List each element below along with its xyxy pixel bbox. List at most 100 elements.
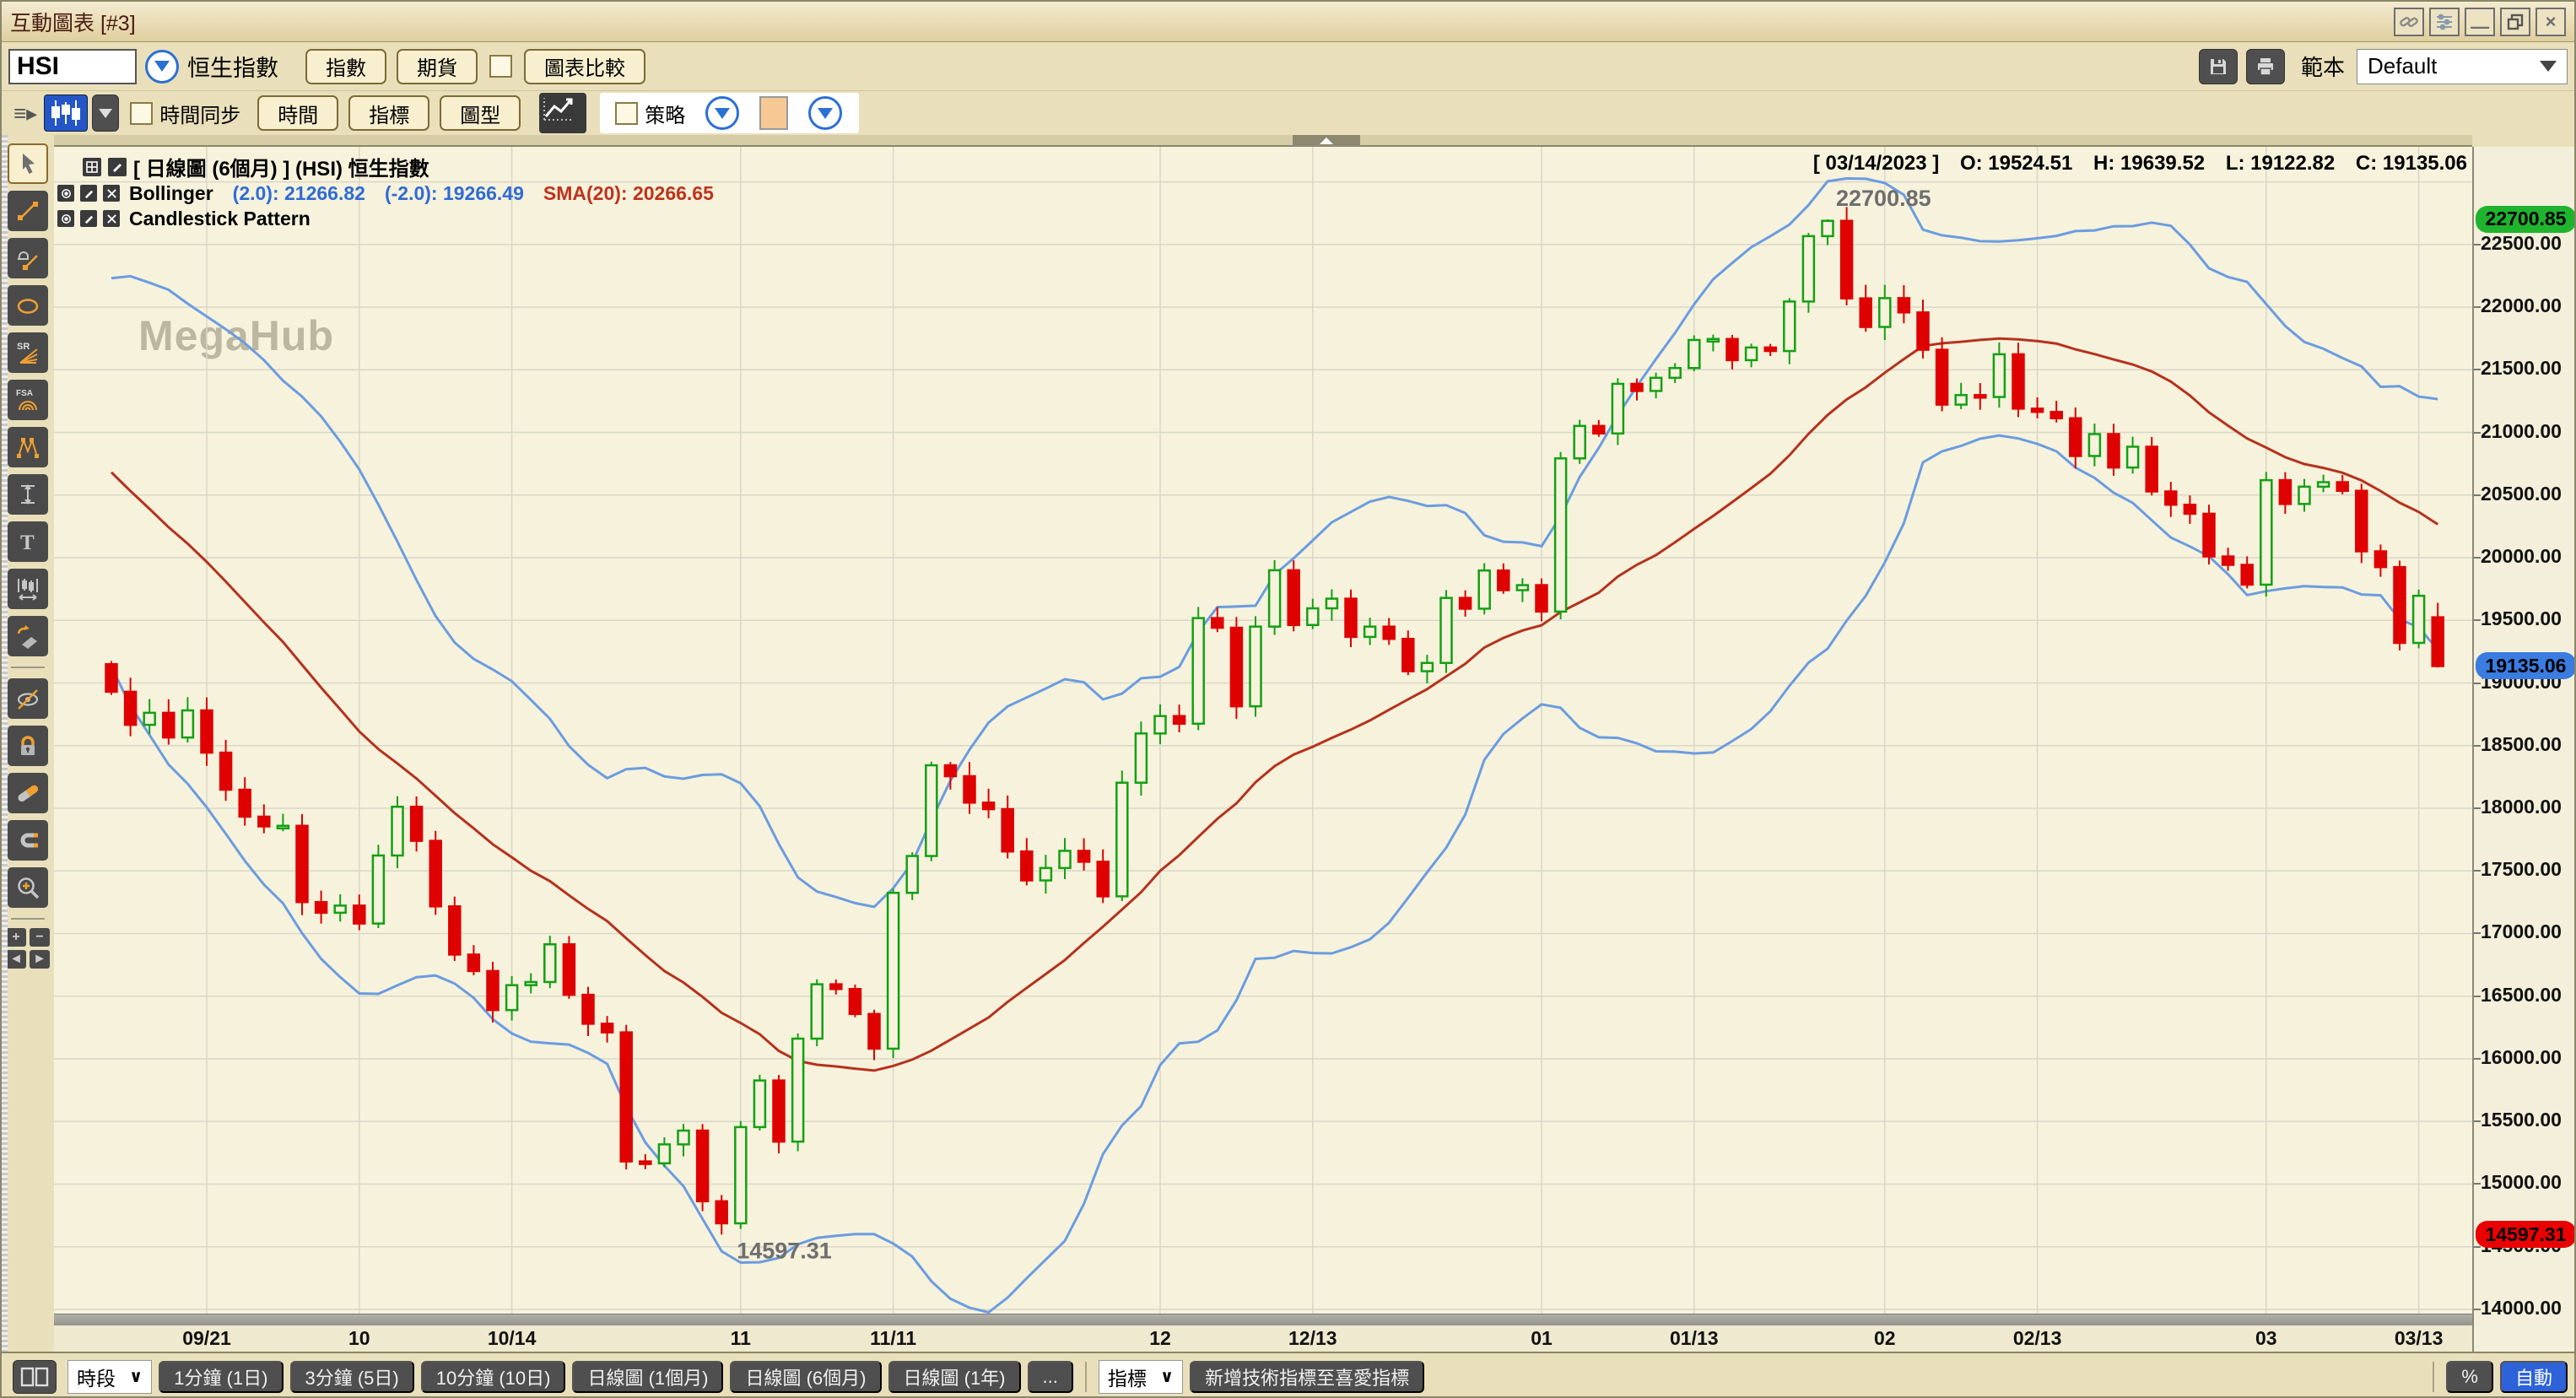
y-tick bbox=[2474, 494, 2481, 496]
minimize-icon[interactable]: — bbox=[2465, 8, 2495, 36]
chart-canvas[interactable]: MegaHub 22700.8514597.31 [ 日線圖 (6個月) ] (… bbox=[54, 147, 2472, 1314]
y-tick bbox=[2474, 369, 2481, 370]
x-tick-label: 01 bbox=[1491, 1327, 1592, 1350]
tool-alert-line-icon[interactable] bbox=[8, 238, 48, 278]
link-icon[interactable] bbox=[2394, 8, 2424, 36]
tool-trend-line-icon[interactable] bbox=[8, 191, 48, 231]
y-tick bbox=[2474, 807, 2481, 809]
close-icon[interactable]: × bbox=[2535, 8, 2566, 36]
title-bar: 互動圖表 [#3] — × bbox=[2, 2, 2574, 42]
interactive-chart-window: 互動圖表 [#3] — × 恒生指數 指數 期貨 圖表比較 bbox=[0, 0, 2576, 1398]
tool-text-tool-icon[interactable]: T bbox=[8, 521, 48, 562]
tool-cursor-icon[interactable] bbox=[8, 143, 48, 184]
collapse-panel-handle[interactable] bbox=[1293, 135, 1360, 147]
strategy-dropdown-icon[interactable] bbox=[705, 96, 739, 130]
y-tick bbox=[2474, 683, 2481, 684]
strategy-checkbox[interactable] bbox=[615, 102, 638, 125]
symbol-input[interactable] bbox=[8, 49, 137, 84]
period-button-2[interactable]: 10分鐘 (10日) bbox=[421, 1361, 566, 1393]
symbol-dropdown-icon[interactable] bbox=[145, 50, 179, 84]
ohlc-readout: [ 03/14/2023 ] O: 19524.51 H: 19639.52 L… bbox=[1798, 152, 2467, 175]
template-select[interactable]: Default bbox=[2357, 49, 2568, 84]
chart-toolbar: ≡▸ 時間同步 時間 指標 圖型 策略 bbox=[2, 91, 2574, 135]
tool-hide-icon[interactable] bbox=[8, 678, 48, 719]
line-chart-icon[interactable] bbox=[539, 93, 586, 133]
add-favorite-indicator-button[interactable]: 新增技術指標至喜愛指標 bbox=[1190, 1361, 1424, 1393]
chart-type-dropdown-icon[interactable] bbox=[92, 94, 119, 132]
color-swatch[interactable] bbox=[759, 96, 788, 130]
save-icon[interactable] bbox=[2199, 49, 2238, 84]
auto-scale-button[interactable]: 自動 bbox=[2500, 1361, 2568, 1393]
period-buttons: 1分鐘 (1日)3分鐘 (5日)10分鐘 (10日)日線圖 (1個月)日線圖 (… bbox=[159, 1361, 1073, 1393]
compare-checkbox[interactable] bbox=[489, 55, 512, 78]
tool-fsa-arcs-icon[interactable]: FSA bbox=[8, 380, 48, 420]
time-button[interactable]: 時間 bbox=[257, 95, 338, 131]
tool-eraser-icon[interactable] bbox=[8, 616, 48, 656]
y-tick bbox=[2474, 1120, 2481, 1122]
indicator-edit-icon[interactable] bbox=[80, 210, 97, 227]
y-tick bbox=[2474, 1183, 2481, 1185]
indicator-remove-icon[interactable] bbox=[103, 185, 120, 202]
y-tick bbox=[2474, 932, 2481, 934]
y-tick bbox=[2474, 432, 2481, 434]
percent-scale-button[interactable]: % bbox=[2446, 1361, 2493, 1393]
swatch-dropdown-icon[interactable] bbox=[808, 96, 842, 130]
indicator-remove-icon[interactable] bbox=[103, 210, 120, 227]
y-tick bbox=[2474, 996, 2481, 997]
y-tick-label: 22000.00 bbox=[2481, 294, 2562, 317]
tool-pattern-icon[interactable] bbox=[8, 427, 48, 467]
price-axis[interactable]: 22500.0022000.0021500.0021000.0020500.00… bbox=[2472, 147, 2576, 1352]
chart-compare-button[interactable]: 圖表比較 bbox=[524, 49, 645, 84]
period-button-6[interactable]: ... bbox=[1028, 1361, 1073, 1393]
chart-type-candle-button[interactable] bbox=[44, 94, 88, 132]
x-tick-label: 03/13 bbox=[2368, 1327, 2470, 1350]
tool-vertical-measure-icon[interactable] bbox=[8, 474, 48, 515]
indicator-button[interactable]: 指標 bbox=[348, 95, 429, 131]
tool-magnet-icon[interactable] bbox=[8, 820, 48, 861]
mini-button-right[interactable]: ► bbox=[30, 950, 50, 969]
horizontal-scrollbar[interactable] bbox=[54, 1314, 2472, 1325]
mini-button-plus[interactable]: + bbox=[6, 928, 26, 947]
futures-button[interactable]: 期貨 bbox=[397, 49, 478, 84]
tool-ellipse-icon[interactable] bbox=[8, 285, 48, 326]
settings-icon[interactable] bbox=[2429, 8, 2460, 36]
tool-pill-icon[interactable] bbox=[8, 773, 48, 813]
mini-button-left[interactable]: ◄ bbox=[6, 950, 26, 969]
y-tick bbox=[2474, 1246, 2481, 1248]
tool-candle-measure-icon[interactable] bbox=[8, 569, 48, 609]
indicator-focus-icon[interactable] bbox=[57, 185, 74, 202]
period-button-4[interactable]: 日線圖 (6個月) bbox=[730, 1361, 881, 1393]
pattern-button[interactable]: 圖型 bbox=[440, 95, 521, 131]
y-tick-label: 20000.00 bbox=[2481, 545, 2562, 568]
print-icon[interactable] bbox=[2246, 49, 2285, 84]
price-tag: 14597.31 bbox=[2476, 1221, 2576, 1248]
y-tick-label: 19500.00 bbox=[2481, 607, 2562, 630]
period-button-0[interactable]: 1分鐘 (1日) bbox=[159, 1361, 283, 1393]
panel-menu-icon[interactable] bbox=[83, 158, 101, 176]
tool-zoom-in-icon[interactable] bbox=[8, 867, 48, 908]
period-button-1[interactable]: 3分鐘 (5日) bbox=[290, 1361, 414, 1393]
index-button[interactable]: 指數 bbox=[305, 49, 386, 84]
period-button-3[interactable]: 日線圖 (1個月) bbox=[572, 1361, 723, 1393]
indicator-select[interactable]: 指標∨ bbox=[1099, 1360, 1183, 1394]
windows-layout-icon[interactable] bbox=[13, 1360, 57, 1394]
menu-icon[interactable]: ≡▸ bbox=[14, 100, 37, 127]
indicator-value: SMA(20): 20266.65 bbox=[543, 182, 714, 205]
period-button-5[interactable]: 日線圖 (1年) bbox=[888, 1361, 1021, 1393]
y-tick-label: 15000.00 bbox=[2481, 1171, 2562, 1194]
ohlc-date: [ 03/14/2023 ] bbox=[1813, 152, 1939, 175]
time-sync-checkbox[interactable] bbox=[130, 102, 153, 125]
indicator-edit-icon[interactable] bbox=[80, 185, 97, 202]
indicator-value: (-2.0): 19266.49 bbox=[385, 182, 524, 205]
indicator-focus-icon[interactable] bbox=[57, 210, 74, 227]
mini-button-minus[interactable]: − bbox=[30, 928, 50, 947]
candlestick-chart: 22700.8514597.31 bbox=[54, 147, 2472, 1314]
restore-icon[interactable] bbox=[2500, 8, 2530, 36]
tool-lock-icon[interactable] bbox=[8, 726, 48, 766]
x-tick-label: 03 bbox=[2216, 1327, 2317, 1350]
x-tick-label: 02 bbox=[1834, 1327, 1936, 1350]
panel-edit-icon[interactable] bbox=[108, 158, 127, 176]
indicator-legend: Bollinger(2.0): 21266.82(-2.0): 19266.49… bbox=[57, 181, 714, 231]
tool-sr-fan-icon[interactable]: SR bbox=[8, 332, 48, 373]
period-select[interactable]: 時段∨ bbox=[68, 1360, 152, 1394]
